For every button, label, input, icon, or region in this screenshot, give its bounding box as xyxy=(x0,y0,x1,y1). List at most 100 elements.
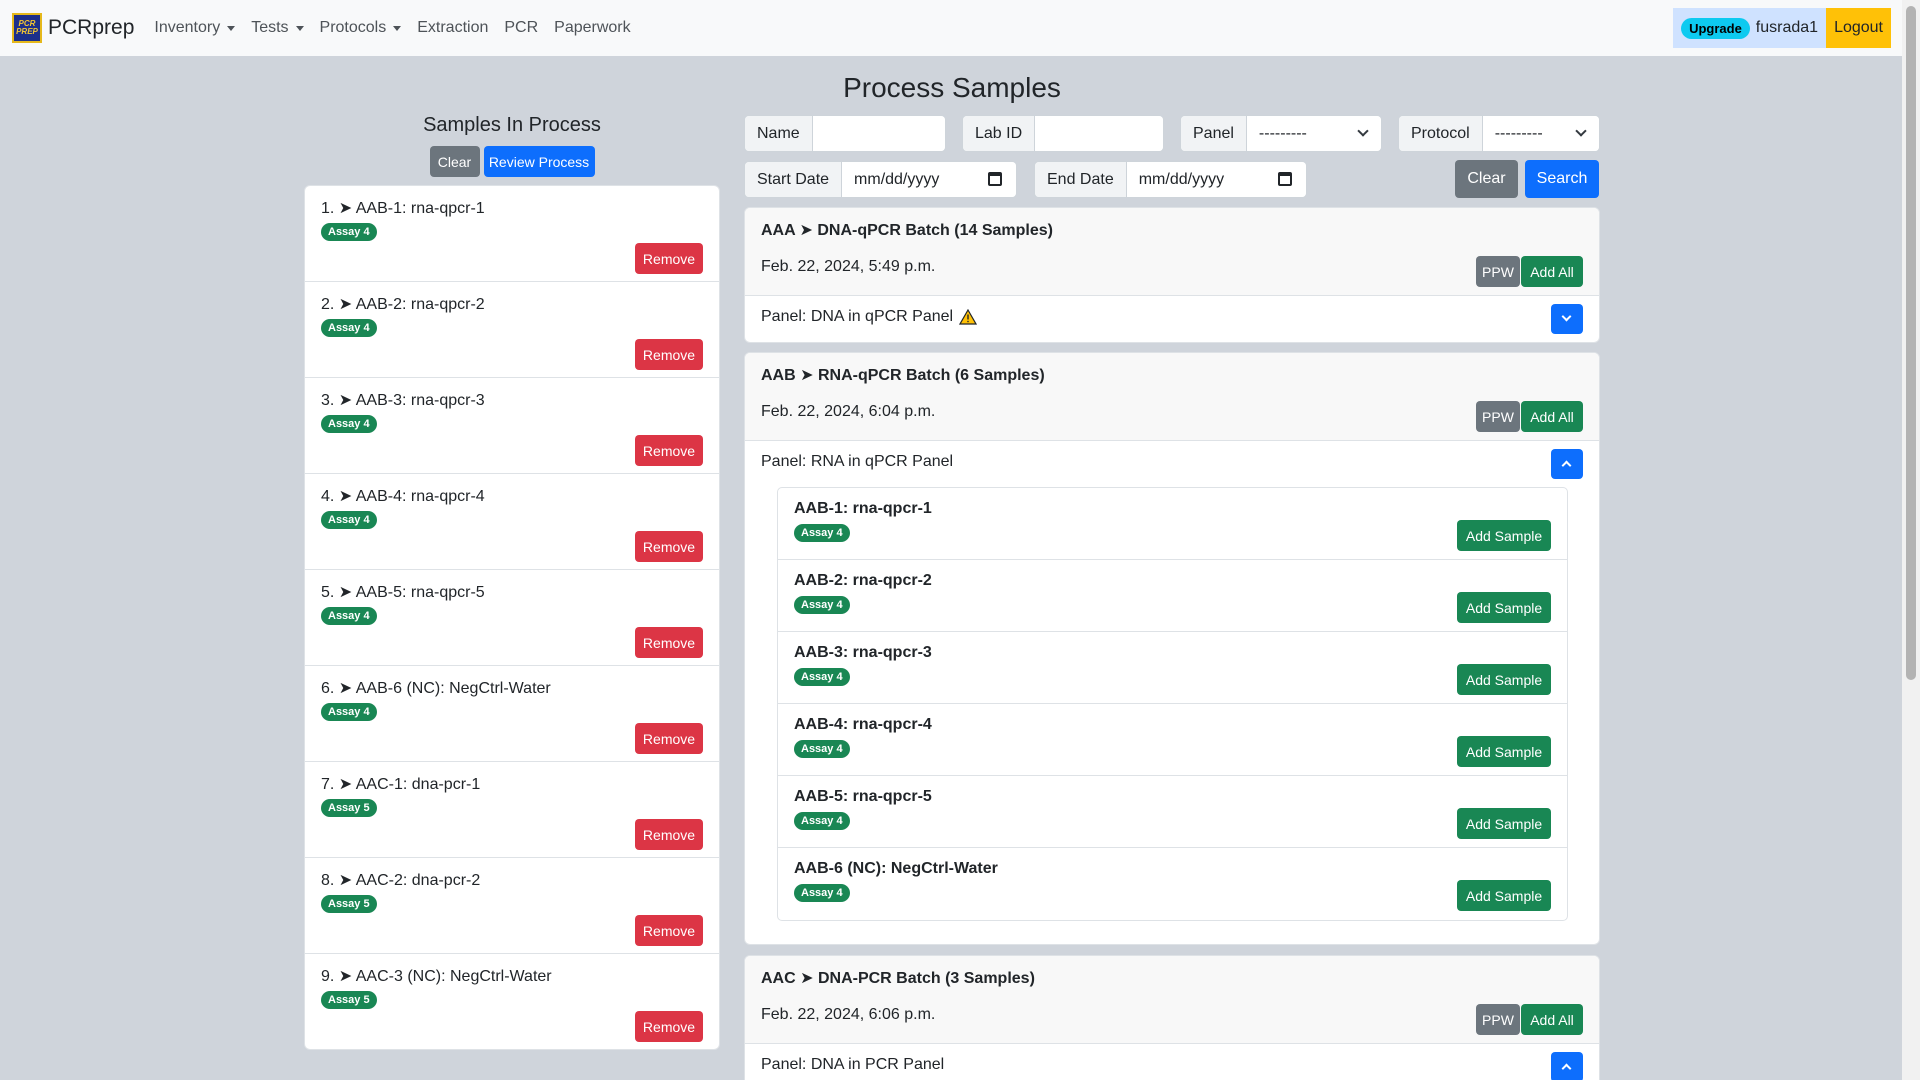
brand-name[interactable]: PCRprep xyxy=(48,16,134,40)
collapse-toggle-button[interactable] xyxy=(1551,449,1583,479)
name-input[interactable] xyxy=(812,116,945,151)
batch-header: AAA ➤ DNA-qPCR Batch (14 Samples) Feb. 2… xyxy=(745,208,1599,296)
logout-button[interactable]: Logout xyxy=(1826,8,1891,48)
user-box: Upgrade fusrada1 xyxy=(1673,8,1827,48)
page-scrollbar[interactable] xyxy=(1902,0,1920,1080)
nav-links: Inventory Tests Protocols Extraction PCR… xyxy=(146,19,638,37)
brand-logo: PCR PREP xyxy=(12,13,42,43)
nav-paperwork[interactable]: Paperwork xyxy=(546,19,638,37)
nav-pcr-label: PCR xyxy=(504,19,539,36)
protocol-select[interactable]: --------- xyxy=(1482,116,1599,151)
protocol-filter: Protocol --------- xyxy=(1398,115,1600,152)
add-sample-button[interactable]: Add Sample xyxy=(1457,520,1551,551)
add-all-button[interactable]: Add All xyxy=(1521,256,1583,287)
process-item: 4. ➤ AAB-4: rna-qpcr-4 Assay 4 Remove xyxy=(305,474,719,570)
batch-panel-row: Panel: DNA in qPCR Panel xyxy=(745,296,1599,342)
warning-icon xyxy=(959,309,978,325)
calendar-icon[interactable] xyxy=(1278,172,1292,186)
scrollbar-thumb[interactable] xyxy=(1906,6,1916,680)
panel-name: Panel: DNA in PCR Panel xyxy=(761,1056,944,1074)
remove-button[interactable]: Remove xyxy=(635,627,703,658)
brand[interactable]: PCR PREP PCRprep xyxy=(12,13,134,43)
samples-in-process-title: Samples In Process xyxy=(423,114,601,136)
panel-name-text: Panel: DNA in PCR Panel xyxy=(761,1056,945,1073)
remove-button[interactable]: Remove xyxy=(635,915,703,946)
sample-row: AAB-1: rna-qpcr-1 Assay 4 Add Sample xyxy=(778,488,1567,560)
remove-button[interactable]: Remove xyxy=(635,1011,703,1042)
page-title: Process Samples xyxy=(843,72,1061,103)
remove-button[interactable]: Remove xyxy=(635,339,703,370)
start-date-label: Start Date xyxy=(745,162,843,197)
panel-name: Panel: DNA in qPCR Panel xyxy=(761,308,978,326)
end-date-filter: End Date mm/dd/yyyy xyxy=(1034,161,1307,198)
top-navbar: PCR PREP PCRprep Inventory Tests Protoco… xyxy=(0,0,1902,56)
assay-badge: Assay 4 xyxy=(321,607,377,625)
add-sample-button[interactable]: Add Sample xyxy=(1457,736,1551,767)
name-filter: Name xyxy=(744,115,946,152)
panel-select[interactable]: --------- xyxy=(1246,116,1381,151)
batch-card: AAC ➤ DNA-PCR Batch (3 Samples) Feb. 22,… xyxy=(744,955,1600,1080)
start-date-filter: Start Date mm/dd/yyyy xyxy=(744,161,1017,198)
batch-date: Feb. 22, 2024, 6:06 p.m. xyxy=(761,1006,936,1023)
assay-badge: Assay 4 xyxy=(794,596,850,614)
assay-badge: Assay 4 xyxy=(321,223,377,241)
nav-protocols[interactable]: Protocols xyxy=(312,19,410,37)
labid-filter-label: Lab ID xyxy=(963,116,1036,151)
batch-panel-row: Panel: RNA in qPCR Panel xyxy=(745,441,1599,487)
end-date-input[interactable]: mm/dd/yyyy xyxy=(1126,162,1306,197)
calendar-icon[interactable] xyxy=(988,172,1002,186)
assay-badge: Assay 4 xyxy=(321,511,377,529)
start-date-placeholder: mm/dd/yyyy xyxy=(854,170,940,188)
batch-panel-row: Panel: DNA in PCR Panel xyxy=(745,1044,1599,1080)
sample-row: AAB-6 (NC): NegCtrl-Water Assay 4 Add Samp… xyxy=(778,848,1567,920)
add-sample-button[interactable]: Add Sample xyxy=(1457,880,1551,911)
assay-badge: Assay 4 xyxy=(794,740,850,758)
sample-row: AAB-5: rna-qpcr-5 Assay 4 Add Sample xyxy=(778,776,1567,848)
chevron-down-icon xyxy=(1357,125,1369,137)
assay-badge: Assay 4 xyxy=(321,415,377,433)
panel-name-text: Panel: DNA in qPCR Panel xyxy=(761,308,954,325)
search-button[interactable]: Search xyxy=(1525,160,1599,198)
ppw-button[interactable]: PPW xyxy=(1476,401,1520,432)
review-process-button[interactable]: Review Process xyxy=(483,146,595,177)
add-all-button[interactable]: Add All xyxy=(1521,401,1583,432)
ppw-button[interactable]: PPW xyxy=(1476,256,1520,287)
ppw-button[interactable]: PPW xyxy=(1476,1004,1520,1035)
remove-button[interactable]: Remove xyxy=(635,435,703,466)
add-all-button[interactable]: Add All xyxy=(1521,1004,1583,1035)
process-item-text: 1. ➤ AAB-1: rna-qpcr-1 xyxy=(321,200,485,217)
process-item-text: 9. ➤ AAC-3 (NC): NegCtrl-Water xyxy=(321,968,552,985)
expand-toggle-button[interactable] xyxy=(1551,304,1583,334)
labid-input[interactable] xyxy=(1035,116,1163,151)
clear-filters-button[interactable]: Clear xyxy=(1455,160,1518,198)
add-sample-button[interactable]: Add Sample xyxy=(1457,808,1551,839)
upgrade-badge[interactable]: Upgrade xyxy=(1681,17,1750,39)
panel-filter-label: Panel xyxy=(1181,116,1247,151)
nav-extraction[interactable]: Extraction xyxy=(409,19,496,37)
protocol-filter-label: Protocol xyxy=(1399,116,1483,151)
remove-button[interactable]: Remove xyxy=(635,531,703,562)
process-item: 1. ➤ AAB-1: rna-qpcr-1 Assay 4 Remove xyxy=(305,186,719,282)
collapse-toggle-button[interactable] xyxy=(1551,1052,1583,1080)
remove-button[interactable]: Remove xyxy=(635,819,703,850)
nav-pcr[interactable]: PCR xyxy=(496,19,546,37)
assay-badge: Assay 4 xyxy=(794,524,850,542)
nav-paperwork-label: Paperwork xyxy=(554,19,631,36)
process-item: 3. ➤ AAB-3: rna-qpcr-3 Assay 4 Remove xyxy=(305,378,719,474)
sample-name: AAB-2: rna-qpcr-2 xyxy=(794,572,932,589)
caret-down-icon xyxy=(295,25,304,31)
add-sample-button[interactable]: Add Sample xyxy=(1457,592,1551,623)
process-item-text: 2. ➤ AAB-2: rna-qpcr-2 xyxy=(321,296,485,313)
remove-button[interactable]: Remove xyxy=(635,723,703,754)
remove-button[interactable]: Remove xyxy=(635,243,703,274)
sample-name: AAB-5: rna-qpcr-5 xyxy=(794,788,932,805)
nav-inventory[interactable]: Inventory xyxy=(146,19,243,37)
start-date-input[interactable]: mm/dd/yyyy xyxy=(842,162,1016,197)
add-sample-button[interactable]: Add Sample xyxy=(1457,664,1551,695)
assay-badge: Assay 4 xyxy=(794,668,850,686)
clear-process-button[interactable]: Clear xyxy=(429,146,480,177)
user-area: Upgrade fusrada1 Logout xyxy=(1673,8,1891,48)
sample-row: AAB-2: rna-qpcr-2 Assay 4 Add Sample xyxy=(778,560,1567,632)
nav-tests[interactable]: Tests xyxy=(243,19,311,37)
batch-header: AAC ➤ DNA-PCR Batch (3 Samples) Feb. 22,… xyxy=(745,956,1599,1044)
